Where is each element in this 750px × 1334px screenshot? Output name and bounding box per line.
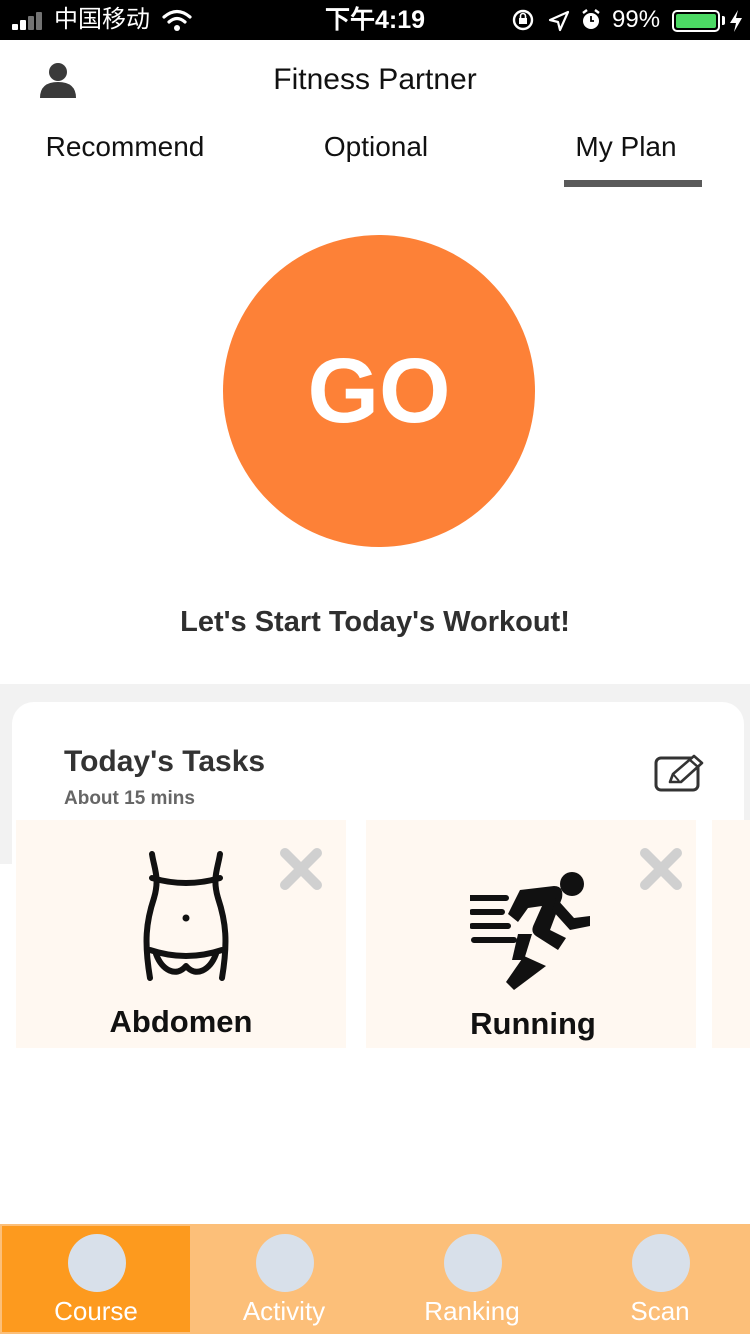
go-button[interactable]: GO <box>223 235 535 547</box>
charging-bolt-icon <box>730 10 742 32</box>
ranking-icon <box>444 1234 502 1292</box>
battery-icon <box>672 10 720 32</box>
app-title: Fitness Partner <box>273 63 477 96</box>
task-carousel[interactable]: Abdomen Running <box>0 820 750 1048</box>
task-card-abdomen[interactable]: Abdomen <box>16 820 346 1048</box>
battery-fill <box>676 14 716 28</box>
task-card-running[interactable]: Running <box>366 820 696 1048</box>
abdomen-icon <box>143 851 229 981</box>
orientation-lock-icon <box>512 9 534 31</box>
active-tab-indicator <box>564 180 702 187</box>
task-label-abdomen: Abdomen <box>109 1004 253 1039</box>
alarm-icon <box>582 9 600 29</box>
battery-cap <box>722 16 725 25</box>
bottom-tab-bar: Course Activity Ranking Scan <box>0 1224 750 1334</box>
wifi-icon <box>162 9 192 31</box>
battery-percentage: 99% <box>612 6 661 33</box>
activity-icon <box>256 1234 314 1292</box>
nav-course-label: Course <box>54 1296 138 1326</box>
nav-activity[interactable]: Activity <box>190 1226 378 1332</box>
go-label: GO <box>307 340 451 442</box>
nav-course[interactable]: Course <box>2 1226 190 1332</box>
nav-activity-label: Activity <box>242 1296 326 1326</box>
scan-icon <box>632 1234 690 1292</box>
status-icons <box>512 9 600 32</box>
tab-optional[interactable]: Optional <box>276 130 476 164</box>
status-bar: 中国移动 下午4:19 99% <box>0 0 750 40</box>
task-label-running: Running <box>470 1006 596 1041</box>
remove-abdomen-close-icon[interactable] <box>278 846 324 892</box>
app-header: Fitness Partner <box>0 40 750 120</box>
signal-icon <box>12 12 48 30</box>
nav-scan[interactable]: Scan <box>566 1226 750 1332</box>
nav-ranking-label: Ranking <box>424 1296 520 1326</box>
task-card-next[interactable] <box>712 820 750 1048</box>
carrier-name: 中国移动 <box>54 6 150 33</box>
tab-recommend[interactable]: Recommend <box>25 130 225 164</box>
runner-icon <box>470 872 590 990</box>
tasks-title: Today's Tasks <box>64 745 266 778</box>
workout-headline: Let's Start Today's Workout! <box>180 606 570 638</box>
tab-my-plan[interactable]: My Plan <box>526 130 726 164</box>
location-arrow-icon <box>548 10 570 32</box>
nav-ranking[interactable]: Ranking <box>378 1226 566 1332</box>
edit-icon[interactable] <box>654 754 706 794</box>
tasks-duration: About 15 mins <box>64 788 195 809</box>
top-tabs: Recommend Optional My Plan <box>0 120 750 190</box>
course-icon <box>68 1234 126 1292</box>
remove-running-close-icon[interactable] <box>638 846 684 892</box>
nav-scan-label: Scan <box>630 1296 690 1326</box>
